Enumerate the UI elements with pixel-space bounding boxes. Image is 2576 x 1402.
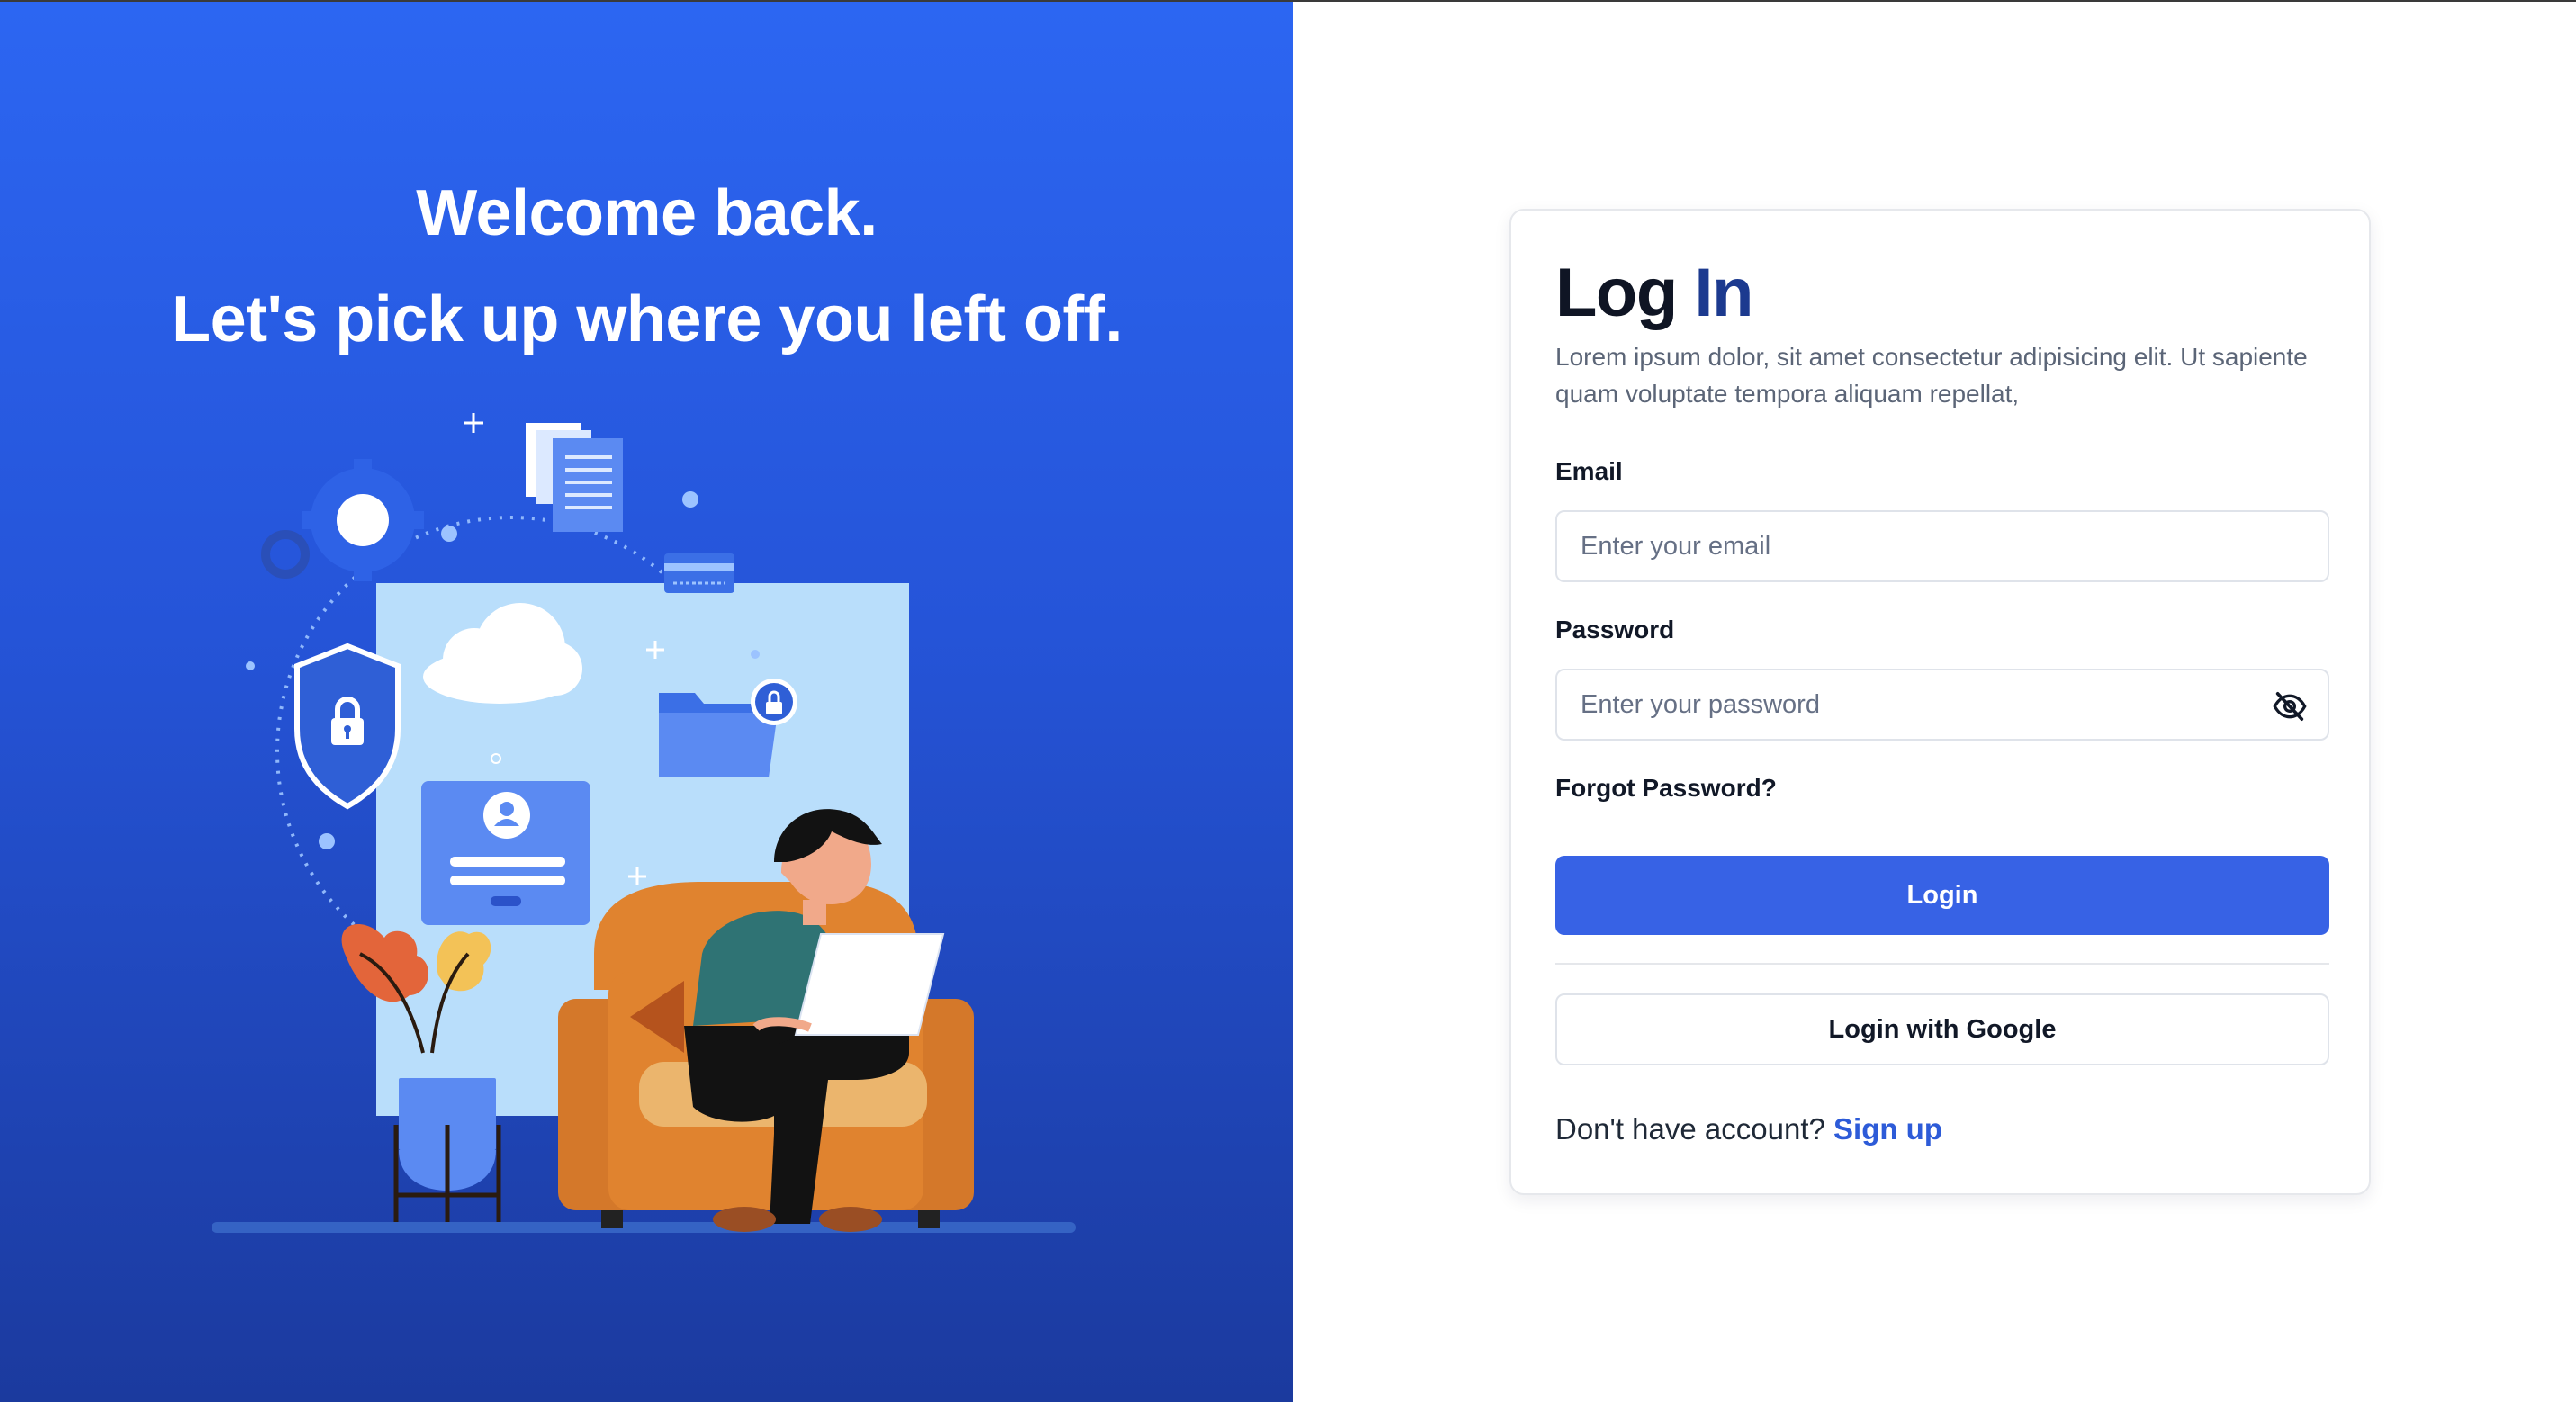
page-title: Log In	[1555, 254, 1753, 332]
email-label: Email	[1555, 457, 1623, 485]
forgot-password-link[interactable]: Forgot Password?	[1555, 774, 1777, 803]
password-input[interactable]	[1557, 670, 2328, 739]
window-top-border	[0, 0, 2576, 2]
password-field[interactable]	[1555, 669, 2329, 741]
login-with-google-button[interactable]: Login with Google	[1555, 993, 2329, 1065]
divider	[1555, 963, 2329, 965]
signup-prompt: Don't have account? Sign up	[1555, 1112, 1942, 1146]
password-label: Password	[1555, 616, 1675, 643]
eye-slash-icon[interactable]	[2272, 688, 2308, 724]
login-card: Log In Lorem ipsum dolor, sit amet conse…	[1509, 209, 2371, 1195]
email-field[interactable]	[1555, 510, 2329, 582]
login-button[interactable]: Login	[1555, 856, 2329, 935]
email-input[interactable]	[1557, 512, 2328, 580]
hero-panel: Welcome back. Let's pick up where you le…	[0, 0, 1293, 1402]
login-description: Lorem ipsum dolor, sit amet consectetur …	[1555, 343, 2308, 408]
hero-line-1: Welcome back.	[416, 177, 878, 249]
title-part-in: In	[1694, 255, 1753, 331]
hero-line-2: Let's pick up where you left off.	[171, 283, 1122, 355]
title-part-log: Log	[1555, 255, 1678, 331]
no-account-text: Don't have account?	[1555, 1112, 1825, 1146]
login-panel: Log In Lorem ipsum dolor, sit amet conse…	[1293, 0, 2576, 1402]
hero-headline: Welcome back. Let's pick up where you le…	[0, 160, 1293, 373]
person-on-armchair-with-laptop-security-illustration	[212, 413, 1076, 1233]
sign-up-link[interactable]: Sign up	[1833, 1112, 1942, 1146]
